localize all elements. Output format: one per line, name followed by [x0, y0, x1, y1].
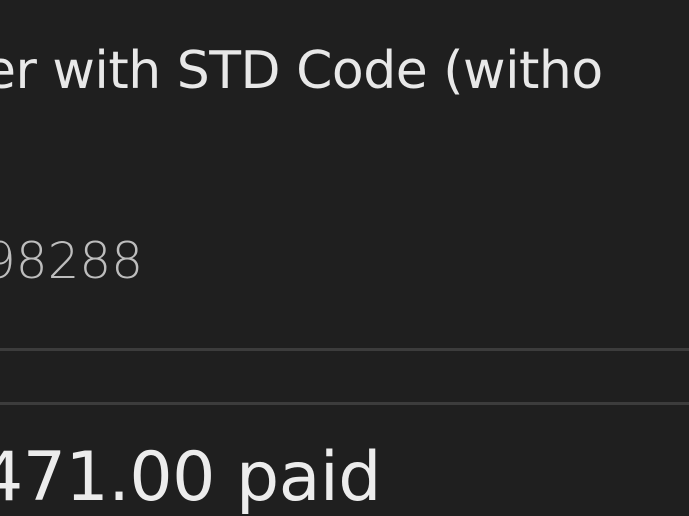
phone-field-value[interactable]: 98288: [0, 228, 143, 294]
payment-status-text: 471.00 paid: [0, 438, 381, 516]
divider: [0, 402, 689, 405]
phone-field-label: er with STD Code (witho: [0, 41, 603, 101]
divider: [0, 348, 689, 351]
